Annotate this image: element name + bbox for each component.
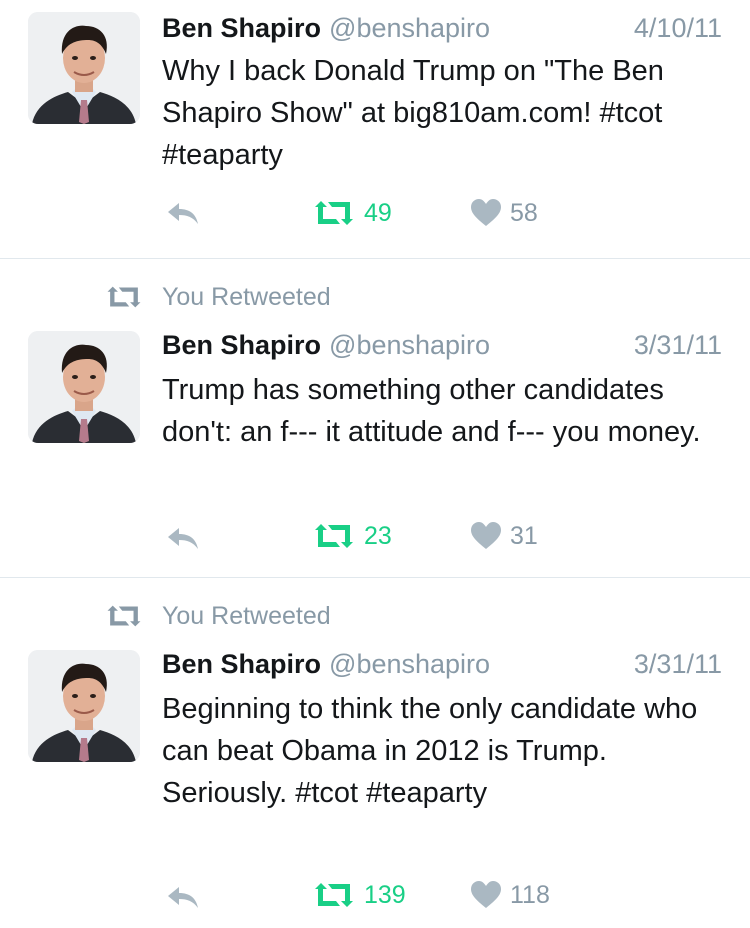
like-count: 118: [510, 880, 550, 909]
tweet-3[interactable]: You Retweeted Ben Shapiro @benshapiro 3/3…: [0, 578, 750, 928]
retweet-banner: You Retweeted: [104, 600, 331, 632]
like-button[interactable]: 118: [470, 880, 550, 910]
tweet-text: Why I back Donald Trump on "The Ben Shap…: [162, 55, 664, 171]
author-name[interactable]: Ben Shapiro: [162, 649, 321, 679]
retweet-button[interactable]: 49: [312, 198, 392, 228]
retweet-icon: [312, 521, 356, 551]
retweet-icon: [312, 198, 356, 228]
like-count: 58: [510, 198, 538, 227]
tweet-header: Ben Shapiro @benshapiro 3/31/11: [162, 325, 722, 365]
retweet-banner: You Retweeted: [104, 281, 331, 313]
tweet-2[interactable]: You Retweeted Ben Shapiro @benshapiro 3/3…: [0, 259, 750, 577]
retweet-icon: [104, 603, 144, 629]
heart-icon: [470, 521, 502, 551]
reply-button[interactable]: [166, 200, 200, 226]
tweet-1[interactable]: Ben Shapiro @benshapiro 4/10/11 Why I bac…: [0, 0, 750, 258]
retweet-icon: [312, 880, 356, 910]
heart-icon: [470, 880, 502, 910]
tweet-header: Ben Shapiro @benshapiro 3/31/11: [162, 644, 722, 684]
author-handle[interactable]: @benshapiro: [329, 13, 490, 43]
reply-arrow-icon: [166, 525, 200, 551]
reply-arrow-icon: [166, 200, 200, 226]
tweet-date[interactable]: 4/10/11: [634, 8, 722, 48]
tweet-date[interactable]: 3/31/11: [634, 325, 722, 365]
tweet-text: Beginning to think the only candidate wh…: [162, 693, 698, 809]
avatar[interactable]: [28, 331, 140, 443]
avatar[interactable]: [28, 12, 140, 124]
reply-button[interactable]: [166, 884, 200, 910]
author-handle[interactable]: @benshapiro: [329, 330, 490, 360]
reply-button[interactable]: [166, 525, 200, 551]
author-name[interactable]: Ben Shapiro: [162, 330, 321, 360]
retweet-banner-text: You Retweeted: [162, 282, 331, 311]
retweet-button[interactable]: 23: [312, 521, 392, 551]
reply-arrow-icon: [166, 884, 200, 910]
tweet-date[interactable]: 3/31/11: [634, 644, 722, 684]
retweet-count: 139: [364, 880, 406, 909]
retweet-icon: [104, 284, 144, 310]
retweet-count: 49: [364, 198, 392, 227]
author-name[interactable]: Ben Shapiro: [162, 13, 321, 43]
heart-icon: [470, 198, 502, 228]
avatar[interactable]: [28, 650, 140, 762]
retweet-count: 23: [364, 521, 392, 550]
tweet-text: Trump has something other candidates don…: [162, 374, 701, 448]
tweet-header: Ben Shapiro @benshapiro 4/10/11: [162, 8, 722, 48]
author-handle[interactable]: @benshapiro: [329, 649, 490, 679]
like-button[interactable]: 31: [470, 521, 538, 551]
retweet-button[interactable]: 139: [312, 880, 406, 910]
retweet-banner-text: You Retweeted: [162, 601, 331, 630]
like-button[interactable]: 58: [470, 198, 538, 228]
like-count: 31: [510, 521, 538, 550]
